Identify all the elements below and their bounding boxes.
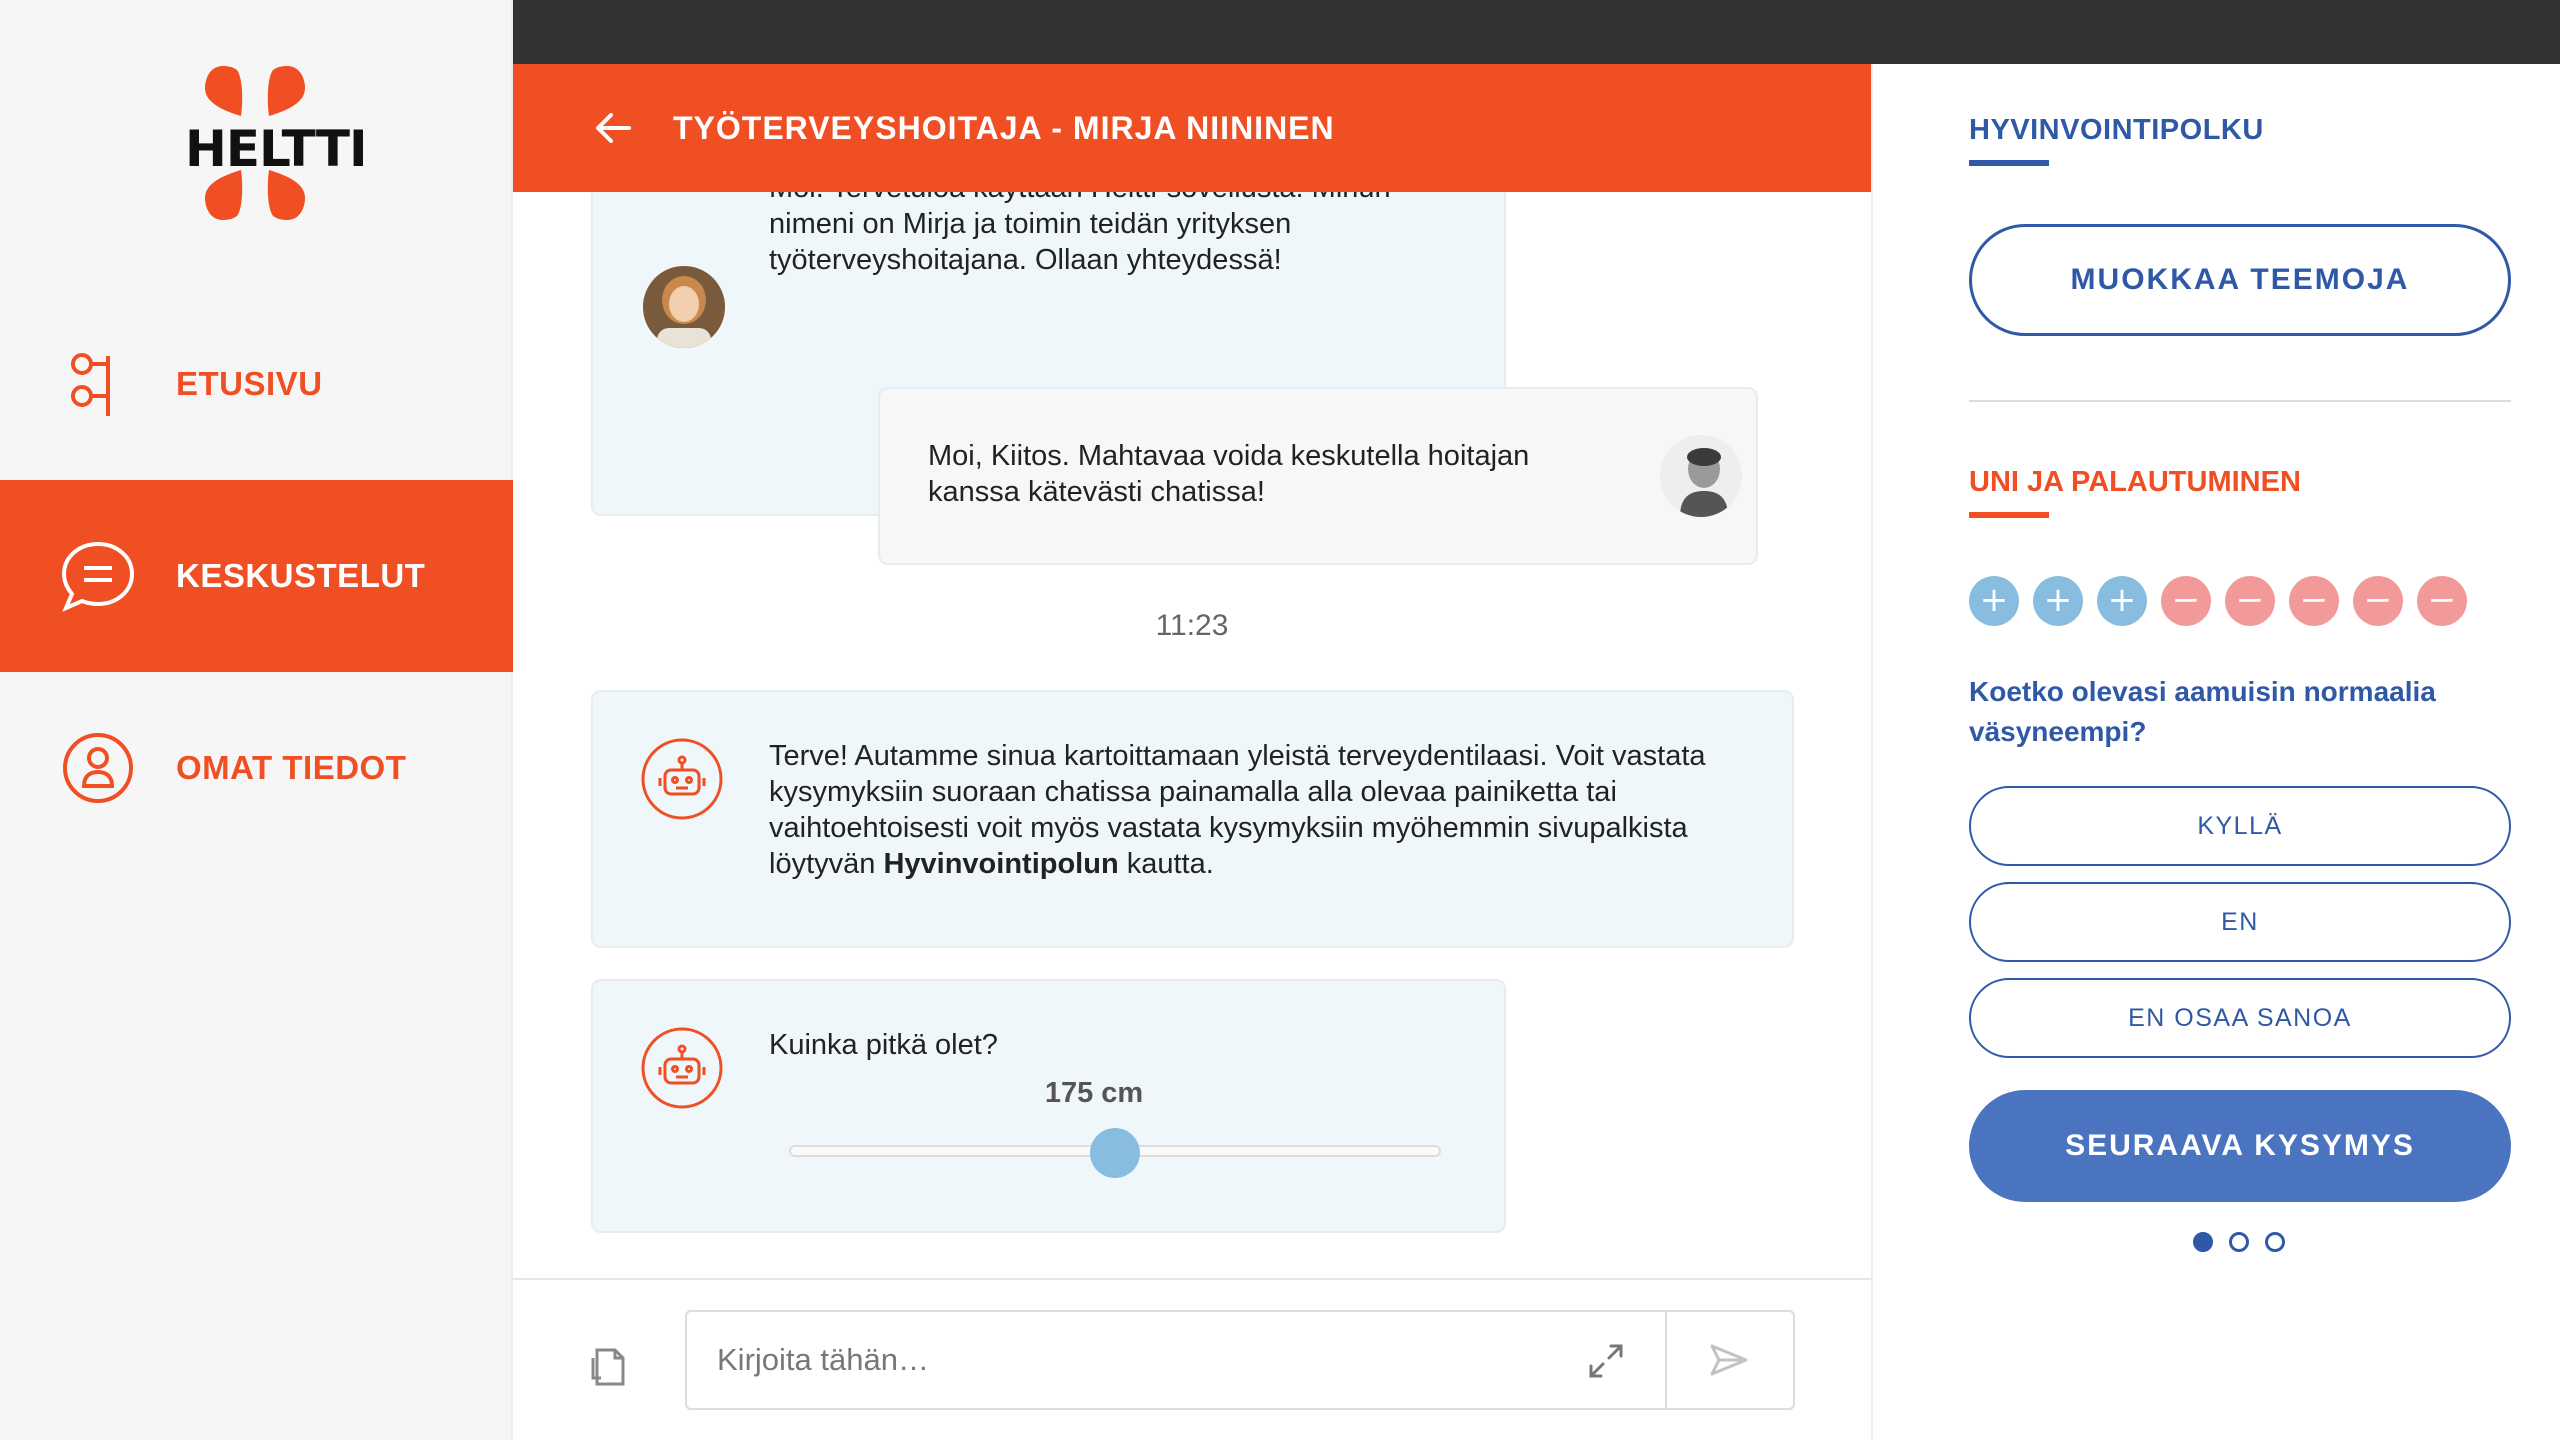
message-text: Moi, Kiitos. Mahtavaa voida keskutella h… [928, 440, 1530, 508]
user-portrait-icon [1660, 435, 1742, 517]
sidebar-item-omat-tiedot[interactable]: OMAT TIEDOT [0, 672, 513, 864]
message-bot-intro: Terve! Autamme sinua kartoittamaan yleis… [591, 690, 1794, 948]
slider-value: 175 cm [1044, 1077, 1144, 1109]
attachment-icon[interactable] [589, 1344, 629, 1388]
sidebar-item-label: ETUSIVU [176, 365, 323, 402]
chat-header: TYÖTERVEYSHOITAJA - MIRJA NIININEN [513, 64, 1871, 192]
next-question-button[interactable]: SEURAAVA KYSYMYS [1969, 1090, 2511, 1202]
message-input-bar [513, 1278, 1871, 1440]
nurse-portrait-icon [643, 266, 725, 348]
panel-title-underline [1969, 160, 2049, 166]
send-button[interactable] [1667, 1312, 1793, 1408]
top-bar [513, 0, 2560, 64]
robot-icon [641, 1027, 723, 1109]
section-title: UNI JA PALAUTUMINEN [1969, 466, 2301, 498]
logo-text: HELTTI [185, 120, 368, 178]
answer-kylla-button[interactable]: KYLLÄ [1969, 786, 2511, 866]
sidebar: HELTTI ETUSIVU KESKUSTELUT OMAT TIEDOT [0, 0, 513, 1440]
arrow-left-icon[interactable] [589, 104, 637, 152]
minus-indicator: − [2417, 576, 2467, 626]
minus-indicator: − [2353, 576, 2403, 626]
chat-bubble-icon [61, 541, 135, 612]
plus-indicator: + [2097, 576, 2147, 626]
pager-dot[interactable] [2265, 1232, 2285, 1252]
message-text: Moi. Tervetuloa käyttään Heltti-sovellus… [769, 192, 1391, 276]
message-input-box [685, 1310, 1795, 1410]
robot-icon [641, 738, 723, 820]
plus-indicator: + [2033, 576, 2083, 626]
plus-indicator: + [1969, 576, 2019, 626]
hyvinvointipolku-link-text: Hyvinvointipolun [883, 848, 1119, 880]
minus-indicator: − [2161, 576, 2211, 626]
sidebar-item-label: KESKUSTELUT [176, 557, 426, 594]
pager-dot[interactable] [2229, 1232, 2249, 1252]
sidebar-item-label: OMAT TIEDOT [176, 749, 407, 786]
send-icon [1710, 1344, 1748, 1376]
height-question: Kuinka pitkä olet? [769, 1029, 998, 1061]
chat-title: TYÖTERVEYSHOITAJA - MIRJA NIININEN [673, 110, 1335, 146]
sidebar-item-etusivu[interactable]: ETUSIVU [0, 288, 513, 480]
wellbeing-panel: HYVINVOINTIPOLKU MUOKKAA TEEMOJA UNI JA … [1871, 64, 2560, 1440]
answer-en-button[interactable]: EN [1969, 882, 2511, 962]
message-input[interactable] [717, 1312, 1557, 1408]
message-text: Terve! Autamme sinua kartoittamaan yleis… [769, 740, 1706, 880]
heltti-logo[interactable]: HELTTI [185, 58, 368, 228]
message-user: Moi, Kiitos. Mahtavaa voida keskutella h… [878, 387, 1758, 565]
expand-icon[interactable] [1587, 1342, 1625, 1380]
panel-divider [1969, 400, 2511, 402]
pager-dot-active[interactable] [2193, 1232, 2213, 1252]
sidebar-item-keskustelut[interactable]: KESKUSTELUT [0, 480, 513, 672]
pager [2193, 1232, 2285, 1252]
nurse-avatar [643, 266, 725, 348]
progress-indicators: + + + − − − − − [1969, 576, 2467, 626]
message-bot-height: Kuinka pitkä olet? 175 cm [591, 979, 1506, 1233]
edit-themes-button[interactable]: MUOKKAA TEEMOJA [1969, 224, 2511, 336]
panel-title: HYVINVOINTIPOLKU [1969, 114, 2264, 146]
minus-indicator: − [2225, 576, 2275, 626]
user-avatar [1660, 435, 1742, 517]
wellbeing-question: Koetko olevasi aamuisin normaalia väsyne… [1969, 676, 2436, 747]
profile-icon [63, 733, 133, 803]
chat-messages[interactable]: Moi. Tervetuloa käyttään Heltti-sovellus… [513, 192, 1871, 1278]
home-flow-icon [71, 353, 110, 416]
section-title-underline [1969, 512, 2049, 518]
message-timestamp: 11:23 [1155, 609, 1229, 642]
height-slider-thumb[interactable] [1090, 1128, 1140, 1178]
answer-en-osaa-sanoa-button[interactable]: EN OSAA SANOA [1969, 978, 2511, 1058]
minus-indicator: − [2289, 576, 2339, 626]
